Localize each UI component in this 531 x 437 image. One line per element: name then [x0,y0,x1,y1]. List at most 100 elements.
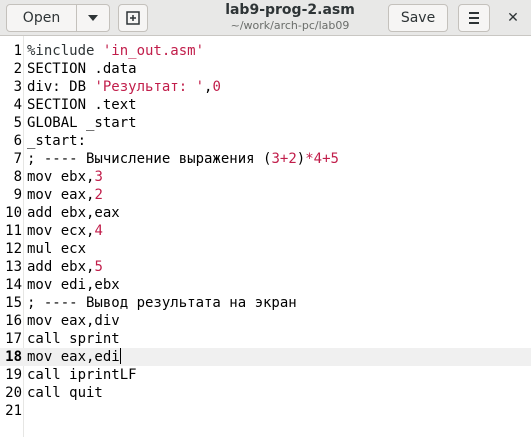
document-path: ~/work/arch-pc/lab09 [230,19,350,32]
code-line[interactable]: 5 GLOBAL _start [0,114,531,132]
code-line[interactable]: 18 mov eax,edi [0,348,531,366]
code-line[interactable]: 12 mul ecx [0,240,531,258]
line-code: add ebx,5 [27,258,103,276]
open-button[interactable]: Open [7,5,77,31]
code-token: %include [27,43,103,59]
code-line[interactable]: 10 add ebx,eax [0,204,531,222]
line-code: ; ---- Вычисление выражения (3+2)*4+5 [27,150,339,168]
line-code: call iprintLF [27,366,137,384]
code-line[interactable]: 4 SECTION .text [0,96,531,114]
code-line[interactable]: 7 ; ---- Вычисление выражения (3+2)*4+5 [0,150,531,168]
line-code: mov eax,edi [27,348,121,366]
code-line[interactable]: 16 mov eax,div [0,312,531,330]
text-cursor [119,348,121,364]
line-code: mov eax,2 [27,186,103,204]
code-line[interactable]: 11 mov ecx,4 [0,222,531,240]
code-token: mov eax, [27,187,95,203]
code-line[interactable]: 20 call quit [0,384,531,402]
code-line[interactable]: 3 div: DB 'Результат: ',0 [0,78,531,96]
editor-window: Open lab9-prog-2.asm ~/work/arch-pc/lab0… [0,0,531,437]
line-number: 11 [5,223,22,239]
line-code: mov ecx,4 [27,222,103,240]
code-token: call sprint [27,331,120,347]
line-number: 4 [13,97,22,113]
code-token: 'Результат: ' [94,79,205,95]
line-number: 17 [5,331,22,347]
line-code: %include 'in_out.asm' [27,42,204,60]
line-code: _start: [27,132,86,150]
code-line[interactable]: 17 call sprint [0,330,531,348]
line-number: 2 [13,61,22,77]
code-token: ) [296,151,306,167]
code-line[interactable]: 9 mov eax,2 [0,186,531,204]
line-number: 1 [13,43,22,59]
line-number: 7 [13,151,22,167]
code-line[interactable]: 19 call iprintLF [0,366,531,384]
line-number: 13 [5,259,22,275]
line-code: mul ecx [27,240,86,258]
code-line[interactable]: 21 [0,402,531,420]
line-number: 9 [13,187,22,203]
code-token: ; ---- Вывод результата на экран [27,295,297,311]
code-token: 'in_out.asm' [102,43,205,59]
code-token: mov eax,div [27,313,120,329]
code-token: SECTION .text [27,97,137,113]
close-icon: ✕ [507,10,519,26]
code-token: 2 [94,187,103,203]
code-token: mul ecx [27,241,87,257]
line-code: add ebx,eax [27,204,120,222]
line-number: 8 [13,169,22,185]
open-button-group: Open [6,4,110,32]
code-token: 3 [94,169,103,185]
code-line[interactable]: 13 add ebx,5 [0,258,531,276]
line-number: 20 [5,385,22,401]
line-code: div: DB 'Результат: ',0 [27,78,221,96]
line-number: 18 [5,349,22,365]
line-number: 14 [5,277,22,293]
code-token: _start: [27,133,87,149]
code-token: 5 [94,259,103,275]
code-line[interactable]: 6 _start: [0,132,531,150]
code-line[interactable]: 2 SECTION .data [0,60,531,78]
code-token: mov eax,edi [27,349,120,365]
line-code: call sprint [27,330,120,348]
code-token: 0 [212,79,221,95]
main-menu-button[interactable] [458,4,490,32]
code-token: add ebx, [27,259,95,275]
close-button[interactable]: ✕ [503,8,523,28]
line-code: mov edi,ebx [27,276,120,294]
line-number: 5 [13,115,22,131]
code-token: call iprintLF [27,367,137,383]
line-code: ; ---- Вывод результата на экран [27,294,297,312]
code-line[interactable]: 14 mov edi,ebx [0,276,531,294]
code-token: mov ebx, [27,169,95,185]
hamburger-icon [469,12,479,14]
header-bar: Open lab9-prog-2.asm ~/work/arch-pc/lab0… [0,0,531,36]
line-code: GLOBAL _start [27,114,137,132]
line-number: 6 [13,133,22,149]
line-code: mov eax,div [27,312,120,330]
code-token: mov ecx, [27,223,95,239]
new-tab-icon [126,11,140,25]
code-token: div: DB [27,79,95,95]
line-number: 12 [5,241,22,257]
save-button[interactable]: Save [388,4,448,32]
code-editor[interactable]: 1 %include 'in_out.asm' 2 SECTION .data 3 div… [0,36,531,437]
code-line[interactable]: 8 mov ebx,3 [0,168,531,186]
line-number: 21 [5,403,22,419]
code-token: mov edi,ebx [27,277,120,293]
line-number: 15 [5,295,22,311]
line-number: 3 [13,79,22,95]
new-document-button[interactable] [118,4,148,32]
line-number: 10 [5,205,22,221]
code-token: GLOBAL _start [27,115,137,131]
code-token: 5 [330,151,339,167]
open-menu-button[interactable] [77,5,109,31]
code-line[interactable]: 1 %include 'in_out.asm' [0,42,531,60]
code-line[interactable]: 15 ; ---- Вывод результата на экран [0,294,531,312]
title-block: lab9-prog-2.asm ~/work/arch-pc/lab09 [190,2,390,33]
code-token: 4 [313,151,323,167]
code-token: * [305,151,314,167]
code-token: 3 [271,151,280,167]
code-token: call quit [27,385,103,401]
